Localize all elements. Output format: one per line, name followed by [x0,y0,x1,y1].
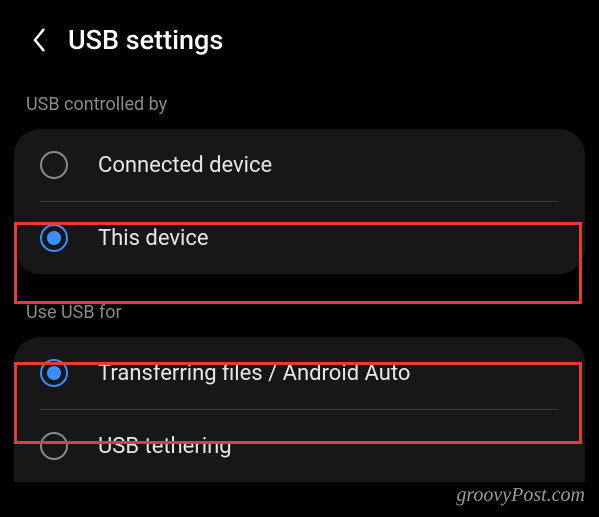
back-icon[interactable] [32,27,46,53]
radio-icon-unchecked [40,151,68,179]
radio-icon-checked [40,224,68,252]
option-label: Connected device [98,153,272,178]
section-header-controlled-by: USB controlled by [0,72,599,123]
section-use-for: Transferring files / Android Auto USB te… [14,337,585,482]
option-label: Transferring files / Android Auto [98,361,410,386]
option-transferring-files[interactable]: Transferring files / Android Auto [14,337,585,409]
header: USB settings [0,0,599,72]
option-this-device[interactable]: This device [14,202,585,274]
section-controlled-by: Connected device This device [14,129,585,274]
radio-icon-checked [40,359,68,387]
option-usb-tethering[interactable]: USB tethering [14,410,585,482]
watermark: groovyPost.com [456,484,585,507]
page-title: USB settings [68,24,223,56]
option-connected-device[interactable]: Connected device [14,129,585,201]
radio-icon-unchecked [40,432,68,460]
section-header-use-for: Use USB for [0,280,599,331]
option-label: This device [98,226,209,251]
option-label: USB tethering [98,434,232,459]
